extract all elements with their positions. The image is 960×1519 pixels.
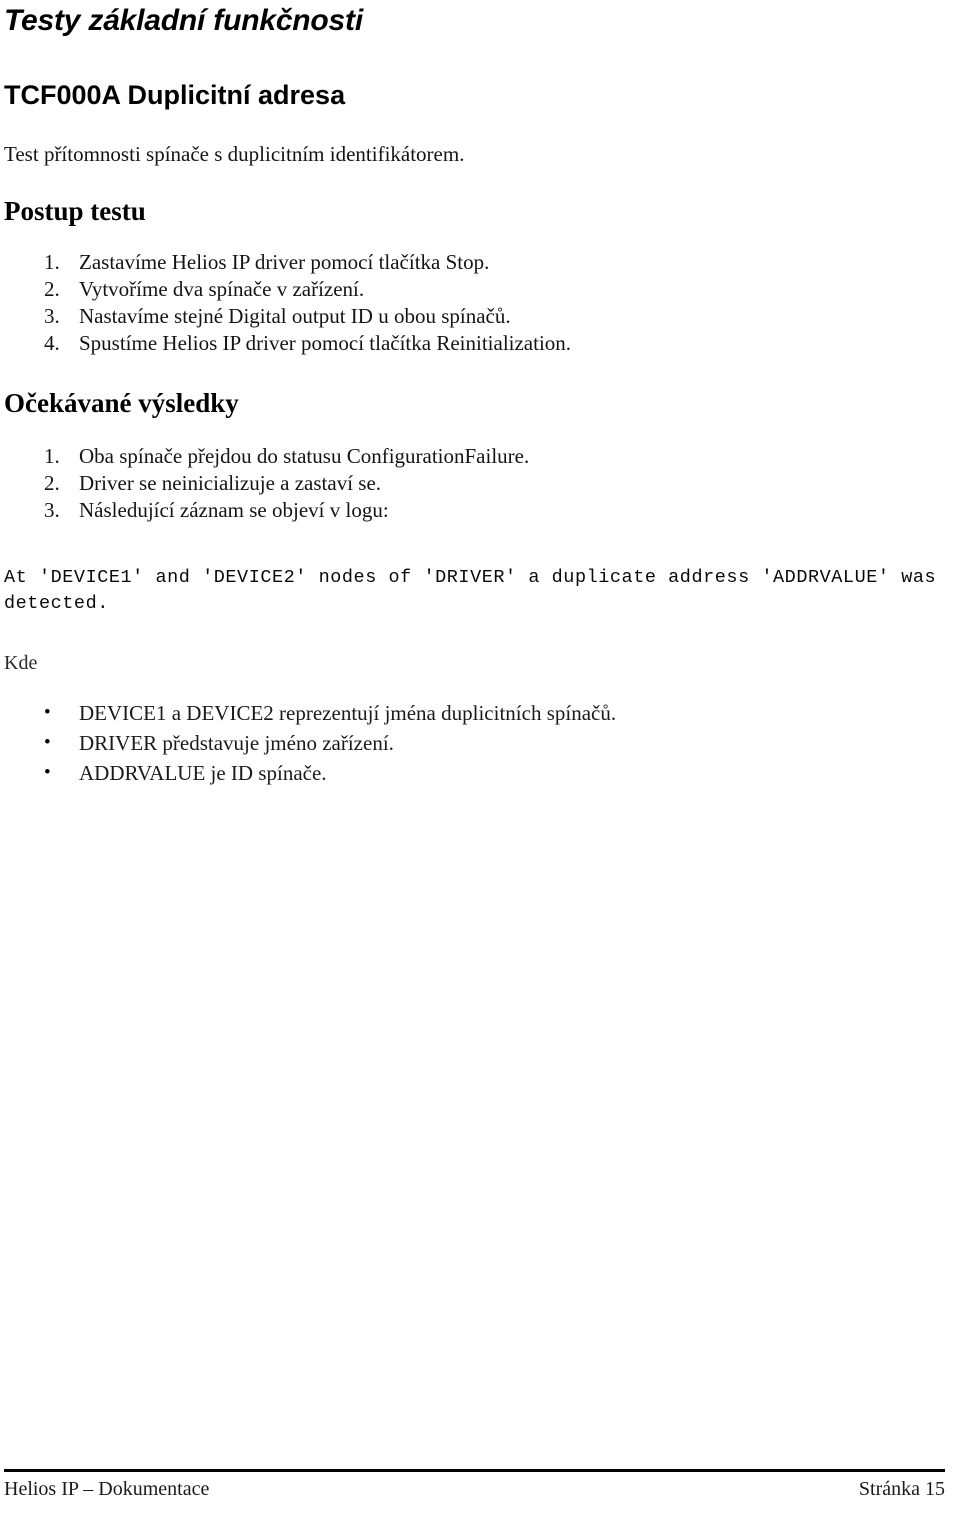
list-item: Spustíme Helios IP driver pomocí tlačítk…	[4, 331, 946, 356]
step-text: Zastavíme Helios IP driver pomocí tlačít…	[79, 250, 490, 274]
step-text: Nastavíme stejné Digital output ID u obo…	[79, 304, 511, 328]
list-item: Zastavíme Helios IP driver pomocí tlačít…	[4, 250, 946, 275]
definition-text: DEVICE1 a DEVICE2 reprezentují jména dup…	[79, 701, 617, 725]
list-item: Nastavíme stejné Digital output ID u obo…	[4, 304, 946, 329]
test-case-heading: TCF000A Duplicitní adresa	[4, 80, 346, 110]
step-text: Vytvoříme dva spínače v zařízení.	[79, 277, 365, 301]
list-item: Oba spínače přejdou do statusu Configura…	[4, 444, 946, 469]
expected-results-list: Oba spínače přejdou do statusu Configura…	[4, 419, 946, 523]
list-item: Driver se neinicializuje a zastaví se.	[4, 471, 946, 496]
footer-document-name: Helios IP – Dokumentace	[4, 1478, 210, 1500]
result-text: Driver se neinicializuje a zastaví se.	[79, 471, 382, 495]
footer-page-number: Stránka 15	[858, 1478, 945, 1500]
list-item: Následující záznam se objeví v logu:	[4, 498, 946, 523]
list-item: Vytvoříme dva spínače v zařízení.	[4, 277, 946, 302]
page-footer: Helios IP – Dokumentace Stránka 15	[4, 1469, 946, 1509]
document-page: Testy základní funkčnosti TCF000A Duplic…	[0, 0, 960, 1519]
result-text: Oba spínače přejdou do statusu Configura…	[79, 444, 530, 468]
result-text: Následující záznam se objeví v logu:	[79, 498, 389, 522]
list-item: DEVICE1 a DEVICE2 reprezentují jména dup…	[4, 700, 946, 726]
expected-results-heading: Očekávané výsledky	[4, 388, 239, 418]
definition-text: DRIVER představuje jméno zařízení.	[79, 731, 394, 755]
procedure-step-list: Zastavíme Helios IP driver pomocí tlačít…	[4, 227, 946, 356]
where-label: Kde	[4, 652, 38, 674]
list-item: ADDRVALUE je ID spínače.	[4, 760, 946, 786]
test-description: Test přítomnosti spínače s duplicitním i…	[4, 142, 465, 166]
log-entry-code-block: At 'DEVICE1' and 'DEVICE2' nodes of 'DRI…	[4, 567, 948, 614]
step-text: Spustíme Helios IP driver pomocí tlačítk…	[79, 331, 572, 355]
page-title: Testy základní funkčnosti	[4, 4, 363, 37]
procedure-heading: Postup testu	[4, 196, 146, 226]
footer-content: Helios IP – Dokumentace Stránka 15	[4, 1472, 945, 1501]
where-definition-list: DEVICE1 a DEVICE2 reprezentují jména dup…	[4, 675, 946, 786]
list-item: DRIVER představuje jméno zařízení.	[4, 730, 946, 756]
definition-text: ADDRVALUE je ID spínače.	[79, 761, 327, 785]
